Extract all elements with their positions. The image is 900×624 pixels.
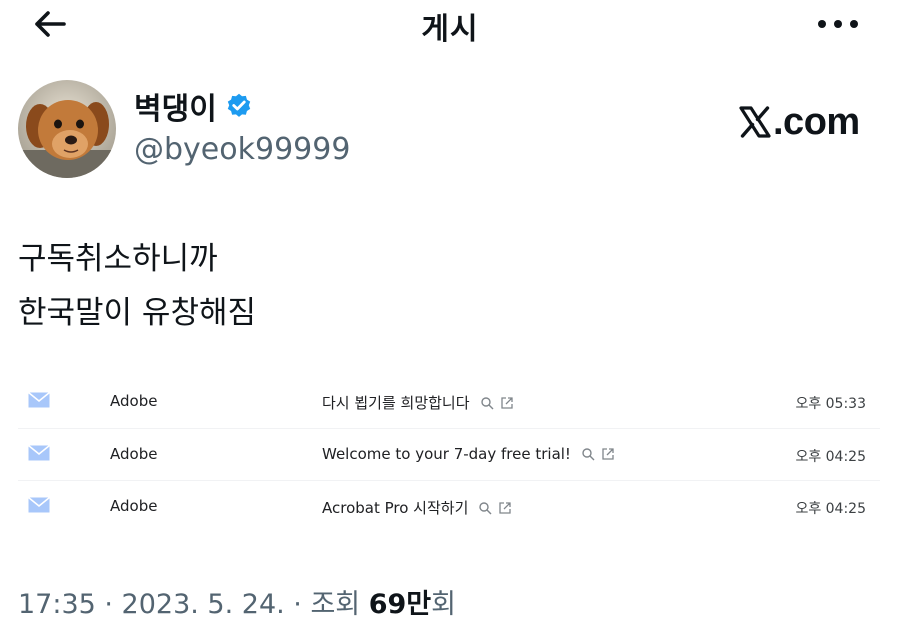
email-subject: Acrobat Pro 시작하기 <box>322 497 512 518</box>
x-logo-icon <box>739 106 771 138</box>
email-sender: Adobe <box>110 497 158 515</box>
email-sender: Adobe <box>110 444 158 463</box>
email-subject: 다시 뵙기를 희망합니다 <box>322 392 514 413</box>
x-com-watermark: .com <box>738 100 868 144</box>
email-row[interactable]: Adobe Welcome to your 7-day free trial! … <box>18 429 880 481</box>
mail-icon <box>28 497 50 513</box>
open-external-icon[interactable] <box>498 501 512 515</box>
search-icon[interactable] <box>480 396 494 410</box>
email-list-image: Adobe 다시 뵙기를 희망합니다 오후 05:33 Adobe Welcom… <box>18 376 880 534</box>
email-time: 오후 04:25 <box>795 448 866 465</box>
email-subject-text: Welcome to your 7-day free trial! <box>322 444 571 463</box>
post-text: 구독취소하니까 한국말이 유창해짐 <box>18 232 256 340</box>
email-row[interactable]: Adobe 다시 뵙기를 희망합니다 오후 05:33 <box>18 376 880 429</box>
email-time: 오후 04:25 <box>795 501 866 517</box>
search-icon[interactable] <box>581 447 595 461</box>
view-count-suffix: 회 <box>431 589 456 620</box>
email-subject-text: Acrobat Pro 시작하기 <box>322 499 469 517</box>
view-count[interactable]: 69만 <box>369 589 431 620</box>
watermark-text: .com <box>773 100 860 143</box>
author-handle[interactable]: @byeok99999 <box>134 132 350 167</box>
author-name[interactable]: 벽댕이 <box>134 84 253 128</box>
post-line-1: 구독취소하니까 <box>18 241 218 277</box>
open-external-icon[interactable] <box>601 447 615 461</box>
verified-badge-icon <box>227 93 251 117</box>
post-line-2: 한국말이 유창해짐 <box>18 295 257 331</box>
top-bar: 게시 <box>0 0 900 52</box>
more-horizontal-icon <box>818 20 858 28</box>
avatar[interactable] <box>18 80 116 178</box>
post-meta: 17:35 · 2023. 5. 24. · 조회 69만회 <box>18 582 456 621</box>
search-icon[interactable] <box>478 501 492 515</box>
dog-avatar-icon <box>18 80 116 178</box>
page-title: 게시 <box>421 12 479 47</box>
email-subject: Welcome to your 7-day free trial! <box>322 445 615 463</box>
author-name-text: 벽댕이 <box>134 92 217 127</box>
open-external-icon[interactable] <box>500 396 514 410</box>
email-sender: Adobe <box>110 392 158 410</box>
more-button[interactable] <box>808 6 868 42</box>
email-row[interactable]: Adobe Acrobat Pro 시작하기 오후 04:25 <box>18 481 880 534</box>
mail-icon <box>28 392 50 408</box>
email-time: 오후 05:33 <box>795 396 866 412</box>
email-subject-text: 다시 뵙기를 희망합니다 <box>322 394 470 412</box>
post-timestamp[interactable]: 17:35 · 2023. 5. 24. · 조회 <box>18 589 369 620</box>
mail-icon <box>28 444 50 460</box>
